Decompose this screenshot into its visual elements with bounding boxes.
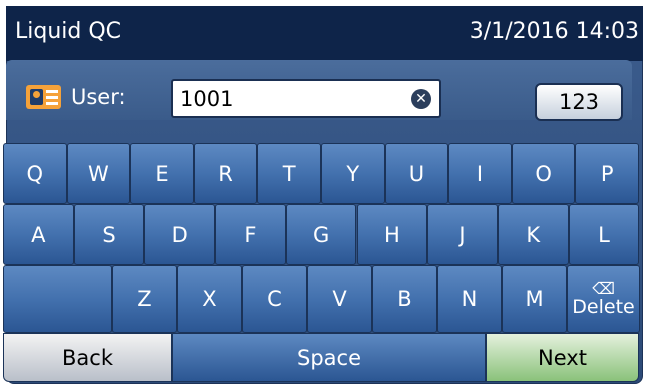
key-r[interactable]: R <box>193 143 258 204</box>
date-time: 3/1/2016 14:03 <box>469 19 639 44</box>
key-i[interactable]: I <box>448 143 512 204</box>
id-card-icon <box>26 85 61 109</box>
key-v[interactable]: V <box>307 265 372 333</box>
key-x[interactable]: X <box>177 265 242 333</box>
key-a[interactable]: A <box>3 204 74 265</box>
clear-icon[interactable]: ✕ <box>411 89 431 109</box>
key-c[interactable]: C <box>242 265 307 333</box>
key-j[interactable]: J <box>427 204 498 265</box>
key-f[interactable]: F <box>215 204 286 265</box>
key-b[interactable]: B <box>372 265 437 333</box>
key-q[interactable]: Q <box>3 143 67 204</box>
key-n[interactable]: N <box>437 265 502 333</box>
key-e[interactable]: E <box>130 143 194 204</box>
key-u[interactable]: U <box>384 143 449 204</box>
numeric-mode-button[interactable]: 123 <box>535 83 623 121</box>
space-button[interactable]: Space <box>172 333 486 382</box>
key-h[interactable]: H <box>356 204 428 265</box>
key-s[interactable]: S <box>73 204 145 265</box>
delete-button[interactable]: ⌫ Delete <box>567 265 640 333</box>
screen-title: Liquid QC <box>15 19 122 44</box>
key-k[interactable]: K <box>497 204 569 265</box>
user-input[interactable]: 1001 ✕ <box>171 79 441 118</box>
key-g[interactable]: G <box>285 204 357 265</box>
key-o[interactable]: O <box>511 143 576 204</box>
key-m[interactable]: M <box>502 265 567 333</box>
user-input-value: 1001 <box>180 87 234 111</box>
user-label: User: <box>71 85 126 109</box>
key-d[interactable]: D <box>144 204 216 265</box>
back-button[interactable]: Back <box>3 333 172 382</box>
key-y[interactable]: Y <box>321 143 385 204</box>
key-p[interactable]: P <box>575 143 639 204</box>
key-t[interactable]: T <box>257 143 321 204</box>
delete-label: Delete <box>572 296 635 318</box>
key-l[interactable]: L <box>568 204 640 265</box>
key-w[interactable]: W <box>66 143 131 204</box>
title-bar: Liquid QC 3/1/2016 14:03 <box>6 6 643 61</box>
backspace-icon: ⌫ <box>592 279 615 298</box>
key-z[interactable]: Z <box>112 265 177 333</box>
next-button[interactable]: Next <box>486 333 639 382</box>
key-blank[interactable] <box>3 265 112 333</box>
